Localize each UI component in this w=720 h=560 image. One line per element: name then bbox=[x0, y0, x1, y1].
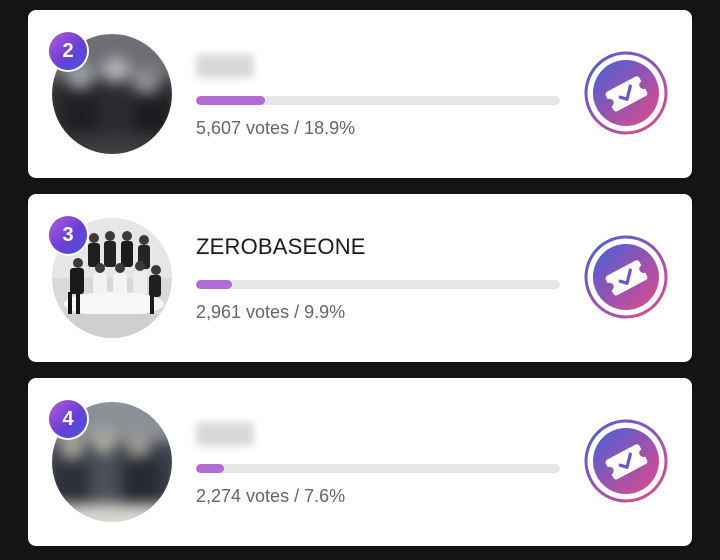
ranking-card[interactable]: 3 ZEROBASEONE 2,961 votes / 9.9% bbox=[28, 194, 692, 362]
artist-name-hidden bbox=[196, 54, 254, 78]
vote-progress-fill bbox=[196, 280, 233, 289]
ranking-card[interactable]: 4 2,274 votes / 7.6% bbox=[28, 378, 692, 546]
vote-progress-bar bbox=[196, 96, 560, 105]
vote-button[interactable] bbox=[584, 419, 668, 503]
vote-count-text: 2,274 votes / 7.6% bbox=[196, 486, 346, 506]
vote-progress-fill bbox=[196, 464, 224, 473]
rank-badge: 3 bbox=[49, 216, 87, 254]
vote-progress-bar bbox=[196, 280, 560, 289]
ranking-card[interactable]: 2 5,607 votes / 18.9% bbox=[28, 10, 692, 178]
vote-button[interactable] bbox=[584, 51, 668, 135]
artist-name: ZEROBASEONE bbox=[196, 234, 366, 259]
rank-badge: 2 bbox=[49, 32, 87, 70]
vote-count-text: 2,961 votes / 9.9% bbox=[196, 302, 346, 322]
vote-count-text: 5,607 votes / 18.9% bbox=[196, 118, 356, 138]
vote-ticket-check-icon bbox=[584, 235, 668, 319]
vote-ticket-check-icon bbox=[584, 419, 668, 503]
vote-button[interactable] bbox=[584, 235, 668, 319]
artist-name-hidden bbox=[196, 422, 254, 446]
vote-progress-fill bbox=[196, 96, 265, 105]
vote-progress-bar bbox=[196, 464, 560, 473]
vote-ticket-check-icon bbox=[584, 51, 668, 135]
rank-badge: 4 bbox=[49, 400, 87, 438]
